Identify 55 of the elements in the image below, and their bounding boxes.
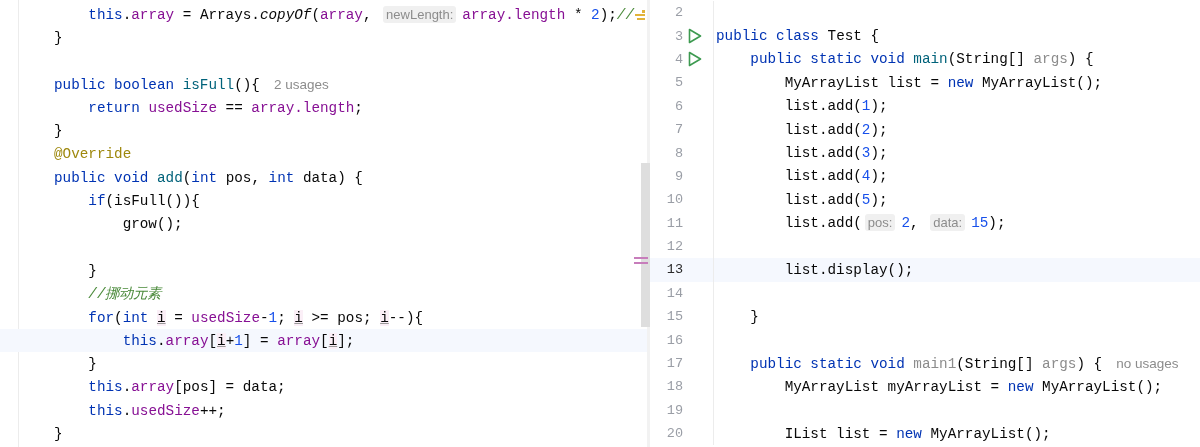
line-number: 7: [673, 122, 683, 138]
line-number: 13: [665, 262, 683, 278]
code-line: @Override: [54, 145, 132, 165]
line-number: 4: [673, 51, 683, 67]
line-number: 20: [665, 426, 683, 442]
run-icon[interactable]: [688, 28, 702, 45]
line-number: 8: [673, 145, 683, 161]
code-line: IList list = new MyArrayList();: [783, 424, 1051, 444]
line-number: 12: [665, 239, 683, 255]
line-number: 9: [673, 168, 683, 184]
code-line: if(isFull()){: [87, 192, 200, 211]
code-line: this.array = Arrays.copyOf(array, newLength: array.length * 2);//: [87, 4, 634, 25]
line-number: 3: [673, 28, 683, 44]
code-line: MyArrayList myArrayList = new MyArrayList();: [783, 377, 1163, 397]
line-number: 5: [673, 75, 683, 91]
code-line: public boolean isFull(){ 2 usages: [54, 75, 329, 95]
code-line: }: [87, 355, 97, 375]
code-line: }: [749, 307, 759, 327]
line-number: 2: [673, 5, 683, 21]
code-line: public static void main1(String[] args) { no usages: [749, 354, 1179, 374]
code-line: }: [54, 28, 63, 48]
change-marker-icon: [634, 257, 648, 264]
code-line: grow();: [121, 215, 183, 235]
intention-icon[interactable]: [635, 8, 645, 21]
line-number: 6: [673, 98, 683, 114]
code-line: public static void main(String[] args) {: [749, 50, 1094, 70]
line-number: 10: [665, 192, 683, 208]
line-number: 18: [665, 379, 683, 395]
code-line: list.add(2);: [783, 120, 888, 140]
code-line: MyArrayList list = new MyArrayList();: [783, 73, 1103, 93]
code-line: for(int i = usedSize-1; i >= pos; i--){: [87, 308, 424, 328]
code-line: list.add( pos: 2, data: 15);: [783, 213, 1006, 234]
line-number: 11: [665, 215, 683, 231]
code-line: list.add(3);: [783, 144, 888, 164]
code-line: }: [54, 122, 63, 142]
line-number: 16: [665, 332, 683, 348]
code-line: list.add(4);: [783, 167, 888, 187]
line-number: 17: [665, 356, 683, 372]
code-line: }: [87, 261, 97, 281]
code-line: return usedSize == array.length;: [87, 98, 363, 118]
run-icon[interactable]: [688, 51, 702, 68]
scrollbar-thumb[interactable]: [641, 163, 650, 327]
code-line: list.add(1);: [783, 97, 888, 117]
line-number: 14: [665, 285, 683, 301]
code-line: this.usedSize++;: [87, 401, 226, 421]
code-line: this.array[i+1] = array[i];: [121, 331, 355, 351]
code-line: list.add(5);: [783, 190, 888, 210]
line-number: 15: [665, 309, 683, 325]
code-line: this.array[pos] = data;: [87, 378, 286, 398]
code-line: list.display();: [783, 261, 914, 280]
code-line: public void add(int pos, int data) {: [54, 168, 363, 188]
line-number: 19: [665, 402, 683, 418]
code-line: public class Test {: [716, 27, 880, 47]
code-line: }: [54, 425, 63, 444]
code-line: //挪动元素: [87, 285, 162, 305]
